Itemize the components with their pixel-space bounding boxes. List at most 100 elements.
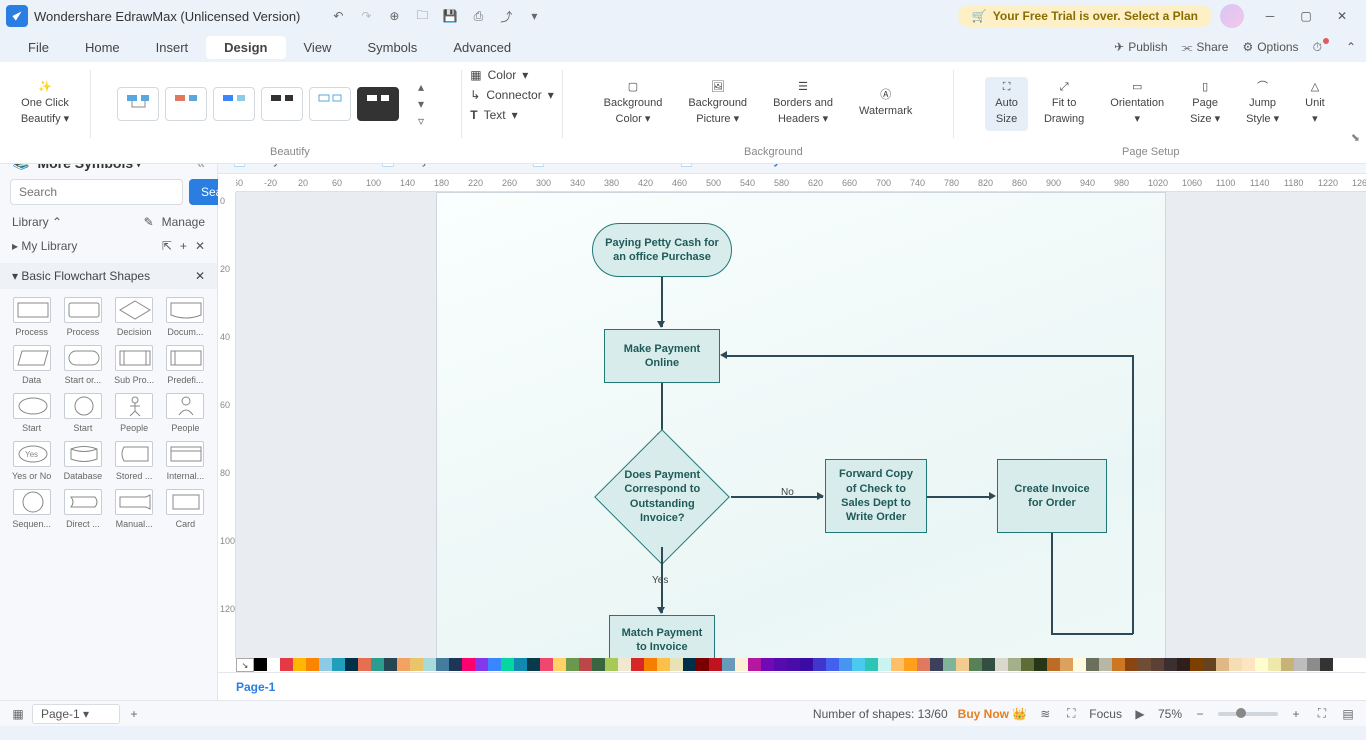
color-swatch[interactable] <box>709 658 722 671</box>
color-swatch[interactable] <box>384 658 397 671</box>
color-swatch[interactable] <box>1320 658 1333 671</box>
shape-sequen[interactable]: Sequen... <box>8 487 55 531</box>
menu-advanced[interactable]: Advanced <box>435 36 529 59</box>
style-preset-3[interactable] <box>213 87 255 121</box>
menu-home[interactable]: Home <box>67 36 138 59</box>
connector[interactable] <box>927 496 993 498</box>
auto-size-button[interactable]: ⛶AutoSize <box>985 77 1028 130</box>
color-swatch[interactable] <box>462 658 475 671</box>
shape-startor[interactable]: Start or... <box>59 343 106 387</box>
one-click-beautify-button[interactable]: ✨ One Click Beautify ▾ <box>11 77 79 130</box>
color-swatch[interactable] <box>748 658 761 671</box>
page-nav-icon[interactable]: ▦ <box>10 706 26 722</box>
color-swatch[interactable] <box>917 658 930 671</box>
jump-style-button[interactable]: ⌒JumpStyle ▾ <box>1236 77 1289 130</box>
minimize-button[interactable]: ─ <box>1252 2 1288 30</box>
print-button[interactable]: ⎙ <box>464 2 492 30</box>
color-swatch[interactable] <box>1190 658 1203 671</box>
my-library-item[interactable]: ▸ My Library <box>12 239 77 253</box>
color-swatch[interactable] <box>696 658 709 671</box>
color-swatch[interactable] <box>1203 658 1216 671</box>
focus-button[interactable]: Focus <box>1089 707 1122 721</box>
add-page-button[interactable]: + <box>126 706 142 722</box>
color-swatch[interactable] <box>1281 658 1294 671</box>
style-preset-6[interactable] <box>357 87 399 121</box>
qat-more-icon[interactable]: ▾ <box>520 2 548 30</box>
style-scroll-up[interactable]: ▴ <box>407 79 435 95</box>
shape-manual[interactable]: Manual... <box>111 487 158 531</box>
color-swatch[interactable] <box>761 658 774 671</box>
play-icon[interactable]: ▶ <box>1132 706 1148 722</box>
connector[interactable] <box>1051 633 1133 635</box>
unit-button[interactable]: △Unit▾ <box>1295 77 1335 130</box>
color-swatch[interactable] <box>878 658 891 671</box>
buy-now-button[interactable]: Buy Now 👑 <box>958 707 1028 721</box>
color-swatch[interactable] <box>488 658 501 671</box>
color-swatch[interactable] <box>345 658 358 671</box>
node-forward-copy[interactable]: Forward Copy of Check to Sales Dept to W… <box>825 459 927 533</box>
node-decision[interactable]: Does Payment Correspond to Outstanding I… <box>594 429 730 565</box>
color-dropdown[interactable]: ▦ Color ▾ <box>470 68 553 82</box>
node-start[interactable]: Paying Petty Cash for an office Purchase <box>592 223 732 277</box>
color-swatch[interactable] <box>1164 658 1177 671</box>
color-swatch[interactable] <box>1216 658 1229 671</box>
fullscreen-icon[interactable]: ⛶ <box>1314 706 1330 722</box>
style-expand[interactable]: ▿ <box>407 113 435 129</box>
connector[interactable] <box>1051 533 1053 633</box>
color-swatch[interactable] <box>1073 658 1086 671</box>
lib-close-icon[interactable]: ✕ <box>195 239 205 253</box>
export-button[interactable]: ⤴ <box>492 2 520 30</box>
trial-banner[interactable]: 🛒 Your Free Trial is over. Select a Plan <box>958 5 1212 27</box>
connector[interactable] <box>731 496 823 498</box>
layers-icon[interactable]: ≋ <box>1037 706 1053 722</box>
color-swatch[interactable] <box>1229 658 1242 671</box>
shape-start[interactable]: Start <box>59 391 106 435</box>
publish-button[interactable]: ✈ Publish <box>1114 40 1167 54</box>
color-swatch[interactable] <box>969 658 982 671</box>
color-swatch[interactable] <box>943 658 956 671</box>
shape-card[interactable]: Card <box>162 487 209 531</box>
shape-subpro[interactable]: Sub Pro... <box>111 343 158 387</box>
manage-button[interactable]: ✎ Manage <box>144 215 205 229</box>
undo-button[interactable]: ↶ <box>324 2 352 30</box>
color-swatch[interactable] <box>826 658 839 671</box>
notifications-button[interactable]: ⏱ <box>1313 40 1332 55</box>
color-swatch[interactable] <box>540 658 553 671</box>
color-swatch[interactable] <box>475 658 488 671</box>
color-swatch[interactable] <box>1177 658 1190 671</box>
fit-icon[interactable]: ⛶ <box>1063 706 1079 722</box>
color-swatch[interactable] <box>813 658 826 671</box>
menu-symbols[interactable]: Symbols <box>349 36 435 59</box>
zoom-out-button[interactable]: − <box>1192 706 1208 722</box>
color-swatch[interactable] <box>267 658 280 671</box>
shape-data[interactable]: Data <box>8 343 55 387</box>
color-swatch[interactable] <box>397 658 410 671</box>
lib-add-icon[interactable]: + <box>180 239 187 253</box>
color-swatch[interactable] <box>1086 658 1099 671</box>
color-swatch[interactable] <box>787 658 800 671</box>
shape-internal[interactable]: Internal... <box>162 439 209 483</box>
color-swatch[interactable] <box>930 658 943 671</box>
color-swatch[interactable] <box>605 658 618 671</box>
color-swatch[interactable] <box>1021 658 1034 671</box>
color-swatch[interactable] <box>1112 658 1125 671</box>
color-swatch[interactable] <box>995 658 1008 671</box>
color-swatch[interactable] <box>1255 658 1268 671</box>
color-swatch[interactable] <box>280 658 293 671</box>
lib-export-icon[interactable]: ⇱ <box>162 239 172 253</box>
share-button[interactable]: ⫘ Share <box>1182 40 1229 55</box>
color-swatch[interactable] <box>553 658 566 671</box>
color-swatch[interactable] <box>774 658 787 671</box>
page-tab-1[interactable]: Page-1 <box>224 676 287 698</box>
maximize-button[interactable]: ▢ <box>1288 2 1324 30</box>
page[interactable]: Paying Petty Cash for an office Purchase… <box>436 192 1166 658</box>
palette-auto[interactable]: ↘ <box>236 658 254 672</box>
section-basic-flowchart[interactable]: ▾ Basic Flowchart Shapes <box>12 269 150 283</box>
color-swatch[interactable] <box>865 658 878 671</box>
shape-stored[interactable]: Stored ... <box>111 439 158 483</box>
style-preset-4[interactable] <box>261 87 303 121</box>
color-swatch[interactable] <box>514 658 527 671</box>
color-swatch[interactable] <box>618 658 631 671</box>
panel-toggle-icon[interactable]: ▤ <box>1340 706 1356 722</box>
color-swatch[interactable] <box>293 658 306 671</box>
